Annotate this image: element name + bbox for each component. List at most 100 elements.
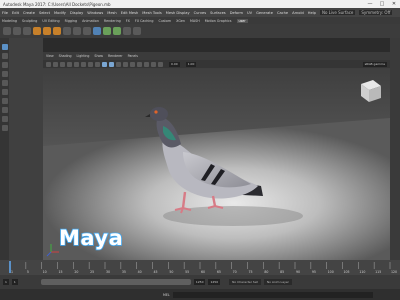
scene-end-field[interactable]: 1250 <box>208 279 221 285</box>
range-end-field[interactable]: 1250 <box>193 279 206 285</box>
menu-mesh-tools[interactable]: Mesh Tools <box>142 11 161 15</box>
history-icon[interactable] <box>93 27 101 35</box>
render-settings-icon[interactable] <box>123 27 131 35</box>
scene-start-field[interactable]: 1 <box>3 279 9 285</box>
snap-curve-icon[interactable] <box>73 27 81 35</box>
time-slider[interactable]: 1 5 10 15 20 25 30 35 40 45 50 55 60 65 70 75 80 85 90 95 10… <box>0 260 400 275</box>
hypershade-icon[interactable] <box>133 27 141 35</box>
anti-aliasing-icon[interactable] <box>144 61 149 67</box>
shelf-tab-sculpting[interactable]: Sculpting <box>22 19 37 23</box>
live-surface-field[interactable]: No Live Surface <box>319 10 356 15</box>
panel-menu-renderer[interactable]: Renderer <box>108 54 123 58</box>
menu-uv[interactable]: UV <box>247 11 252 15</box>
maximize-button[interactable]: □ <box>376 1 388 7</box>
menu-curves[interactable]: Curves <box>194 11 206 15</box>
last-tool-icon[interactable] <box>1 98 8 104</box>
grid-icon[interactable] <box>67 61 72 67</box>
menu-arnold[interactable]: Arnold <box>292 11 304 15</box>
ambient-occlusion-icon[interactable] <box>137 61 142 67</box>
ipr-render-icon[interactable] <box>113 27 121 35</box>
perspective-viewport[interactable]: Maya <box>43 68 390 260</box>
menu-select[interactable]: Select <box>39 11 50 15</box>
camera-attributes-icon[interactable] <box>46 61 51 67</box>
xray-icon[interactable] <box>158 61 163 67</box>
select-tool-icon[interactable] <box>1 44 8 50</box>
render-icon[interactable] <box>103 27 111 35</box>
view-cube-icon[interactable] <box>361 80 381 102</box>
menu-modify[interactable]: Modify <box>54 11 66 15</box>
move-tool-icon[interactable] <box>1 71 8 77</box>
shelf-tab-user[interactable]: user <box>236 18 248 23</box>
select-by-hierarchy-icon[interactable] <box>33 27 41 35</box>
mel-command-input[interactable] <box>172 291 373 298</box>
image-plane-icon[interactable] <box>60 61 65 67</box>
menu-display[interactable]: Display <box>70 11 83 15</box>
panel-menu-panels[interactable]: Panels <box>128 54 138 58</box>
range-slider-track[interactable] <box>40 279 191 285</box>
shelf-tab-rendering[interactable]: Rendering <box>104 19 121 23</box>
shelf-tab-modeling[interactable]: Modeling <box>2 19 17 23</box>
menu-create[interactable]: Create <box>23 11 35 15</box>
shelf-tab-fx-caching[interactable]: FX Caching <box>135 19 154 23</box>
select-by-component-icon[interactable] <box>53 27 61 35</box>
panel-menu-view[interactable]: View <box>46 54 54 58</box>
snap-grid-icon[interactable] <box>63 27 71 35</box>
symmetry-dropdown[interactable]: Symmetry: Off <box>359 10 393 15</box>
smooth-shade-icon[interactable] <box>109 61 114 67</box>
rotate-tool-icon[interactable] <box>1 80 8 86</box>
menu-edit[interactable]: Edit <box>12 11 19 15</box>
new-scene-icon[interactable] <box>3 27 11 35</box>
panel-menu-show[interactable]: Show <box>94 54 103 58</box>
outliner-layout-icon[interactable] <box>1 125 8 131</box>
field-chart-icon[interactable] <box>95 61 100 67</box>
menu-mesh[interactable]: Mesh <box>107 11 116 15</box>
menu-deform[interactable]: Deform <box>230 11 243 15</box>
film-gate-icon[interactable] <box>74 61 79 67</box>
paint-select-tool-icon[interactable] <box>1 62 8 68</box>
exposure-field[interactable]: 0.00 <box>169 61 180 67</box>
minimize-button[interactable]: — <box>364 1 376 7</box>
select-by-object-icon[interactable] <box>43 27 51 35</box>
four-view-layout-icon[interactable] <box>1 116 8 122</box>
isolate-select-icon[interactable] <box>151 61 156 67</box>
shelf-tab-motion-graphics[interactable]: Motion Graphics <box>205 19 232 23</box>
resolution-gate-icon[interactable] <box>81 61 86 67</box>
scale-tool-icon[interactable] <box>1 89 8 95</box>
shelf-tab-rigging[interactable]: Rigging <box>65 19 78 23</box>
gate-mask-icon[interactable] <box>88 61 93 67</box>
menu-cache[interactable]: Cache <box>277 11 288 15</box>
snap-point-icon[interactable] <box>83 27 91 35</box>
lasso-tool-icon[interactable] <box>1 53 8 59</box>
menu-generate[interactable]: Generate <box>256 11 273 15</box>
menu-windows[interactable]: Windows <box>87 11 103 15</box>
close-button[interactable]: ✕ <box>388 1 400 7</box>
shelf-tab-custom[interactable]: Custom <box>158 19 171 23</box>
shelf-tab-xgen[interactable]: XGen <box>176 19 185 23</box>
range-start-field[interactable]: 1 <box>11 279 18 285</box>
shelf-tab-fx[interactable]: FX <box>126 19 130 23</box>
gamma-field[interactable]: 1.00 <box>185 61 197 67</box>
shelf-tab-uv-editing[interactable]: UV Editing <box>42 19 59 23</box>
bookmark-icon[interactable] <box>53 61 58 67</box>
menu-surfaces[interactable]: Surfaces <box>210 11 226 15</box>
panel-menu-lighting[interactable]: Lighting <box>77 54 90 58</box>
menu-help[interactable]: Help <box>308 11 316 15</box>
menu-mesh-display[interactable]: Mesh Display <box>166 11 190 15</box>
menu-edit-mesh[interactable]: Edit Mesh <box>121 11 139 15</box>
use-all-lights-icon[interactable] <box>123 61 128 67</box>
current-time-marker[interactable] <box>9 261 11 273</box>
menu-file[interactable]: File <box>2 11 8 15</box>
anim-layer-dropdown[interactable]: No Anim Layer <box>263 279 292 285</box>
character-set-dropdown[interactable]: No Character Set <box>229 279 261 285</box>
shadows-icon[interactable] <box>130 61 135 67</box>
shelf-tab-mash[interactable]: MASH <box>190 19 200 23</box>
color-space-dropdown[interactable]: sRGB gamma <box>362 61 387 67</box>
open-scene-icon[interactable] <box>13 27 21 35</box>
save-scene-icon[interactable] <box>23 27 31 35</box>
shelf-tab-animation[interactable]: Animation <box>82 19 99 23</box>
textured-icon[interactable] <box>116 61 121 67</box>
panel-menu-shading[interactable]: Shading <box>59 54 72 58</box>
mel-label[interactable]: MEL <box>163 293 170 297</box>
wireframe-icon[interactable] <box>102 61 107 67</box>
single-perspective-layout-icon[interactable] <box>1 107 8 113</box>
